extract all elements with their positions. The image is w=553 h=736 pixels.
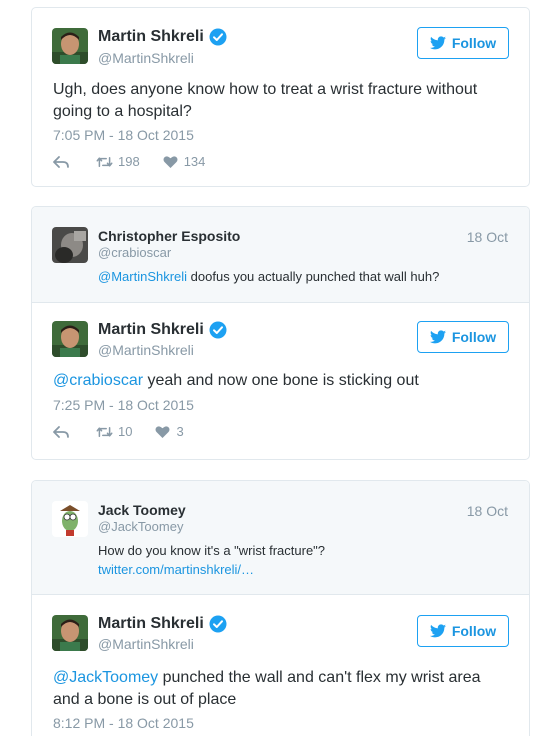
tweet-text: How do you know it's a "wrist fracture"?… [98,541,509,579]
tweet-text-body: yeah and now one bone is sticking out [143,372,419,389]
tweet-date[interactable]: 18 Oct [467,229,508,245]
tweet-text: Ugh, does anyone know how to treat a wri… [53,81,478,120]
author-handle[interactable]: @crabioscar [98,245,171,260]
tweet-card: Christopher Esposito @crabioscar 18 Oct … [31,206,530,460]
tweet-text: @MartinShkreli doofus you actually punch… [98,267,509,286]
in-reply-to-tweet: Jack Toomey @JackToomey 18 Oct How do yo… [32,481,529,595]
like-button[interactable]: 134 [162,154,206,169]
follow-label: Follow [451,623,497,639]
reply-icon [53,425,69,438]
retweet-button[interactable]: 198 [96,154,140,169]
retweet-count: 198 [118,154,140,169]
author-name[interactable]: Martin Shkreli [98,28,204,46]
author-handle[interactable]: @MartinShkreli [98,50,194,66]
tweet-card: Martin Shkreli @MartinShkreli Follow Ugh… [31,7,530,187]
author-name-line: Martin Shkreli [98,615,227,633]
retweet-count: 10 [118,424,133,439]
follow-label: Follow [451,35,497,51]
verified-badge-icon [209,321,227,339]
avatar[interactable] [52,615,88,651]
author-name[interactable]: Christopher Esposito [98,228,240,244]
tweet-text-body: doofus you actually punched that wall hu… [187,269,440,284]
tweet-link[interactable]: twitter.com/martinshkreli/… [98,562,254,577]
reply-button[interactable] [53,155,74,169]
heart-icon [155,425,170,438]
tweet-timestamp[interactable]: 7:05 PM - 18 Oct 2015 [53,127,194,143]
avatar[interactable] [52,501,88,537]
tweet-text: @crabioscar yeah and now one bone is sti… [53,370,509,392]
tweet-actions: 10 3 [53,424,206,439]
mention-link[interactable]: @JackToomey [53,669,158,686]
author-handle[interactable]: @JackToomey [98,519,183,534]
in-reply-to-tweet: Christopher Esposito @crabioscar 18 Oct … [32,207,529,303]
twitter-bird-icon [429,36,446,50]
retweet-icon [96,426,113,437]
follow-button[interactable]: Follow [417,615,509,647]
like-button[interactable]: 3 [154,424,184,439]
author-name-line: Martin Shkreli [98,321,227,339]
like-count: 3 [176,424,184,439]
author-name[interactable]: Martin Shkreli [98,321,204,339]
author-name-line: Jack Toomey [98,502,186,518]
tweet-text: @JackToomey punched the wall and can't f… [53,667,509,711]
tweet-text-body: How do you know it's a "wrist fracture"? [98,543,326,558]
follow-label: Follow [451,329,497,345]
mention-link[interactable]: @crabioscar [53,372,143,389]
verified-badge-icon [209,28,227,46]
twitter-bird-icon [429,330,446,344]
tweet-timestamp[interactable]: 7:25 PM - 18 Oct 2015 [53,397,194,413]
author-handle[interactable]: @MartinShkreli [98,636,194,652]
retweet-icon [96,156,113,167]
author-name-line: Martin Shkreli [98,28,227,46]
reply-icon [53,155,69,168]
retweet-button[interactable]: 10 [96,424,132,439]
mention-link[interactable]: @MartinShkreli [98,269,187,284]
avatar[interactable] [52,28,88,64]
heart-icon [163,155,178,168]
tweet-date[interactable]: 18 Oct [467,503,508,519]
author-name-line: Christopher Esposito [98,228,240,244]
author-name[interactable]: Martin Shkreli [98,615,204,633]
tweet-card: Jack Toomey @JackToomey 18 Oct How do yo… [31,480,530,736]
reply-button[interactable] [53,425,74,439]
avatar[interactable] [52,227,88,263]
avatar[interactable] [52,321,88,357]
author-handle[interactable]: @MartinShkreli [98,342,194,358]
author-name[interactable]: Jack Toomey [98,502,186,518]
follow-button[interactable]: Follow [417,27,509,59]
tweet-actions: 198 134 [53,154,227,169]
follow-button[interactable]: Follow [417,321,509,353]
tweet-timestamp[interactable]: 8:12 PM - 18 Oct 2015 [53,715,194,731]
verified-badge-icon [209,615,227,633]
like-count: 134 [183,154,206,169]
twitter-bird-icon [429,624,446,638]
